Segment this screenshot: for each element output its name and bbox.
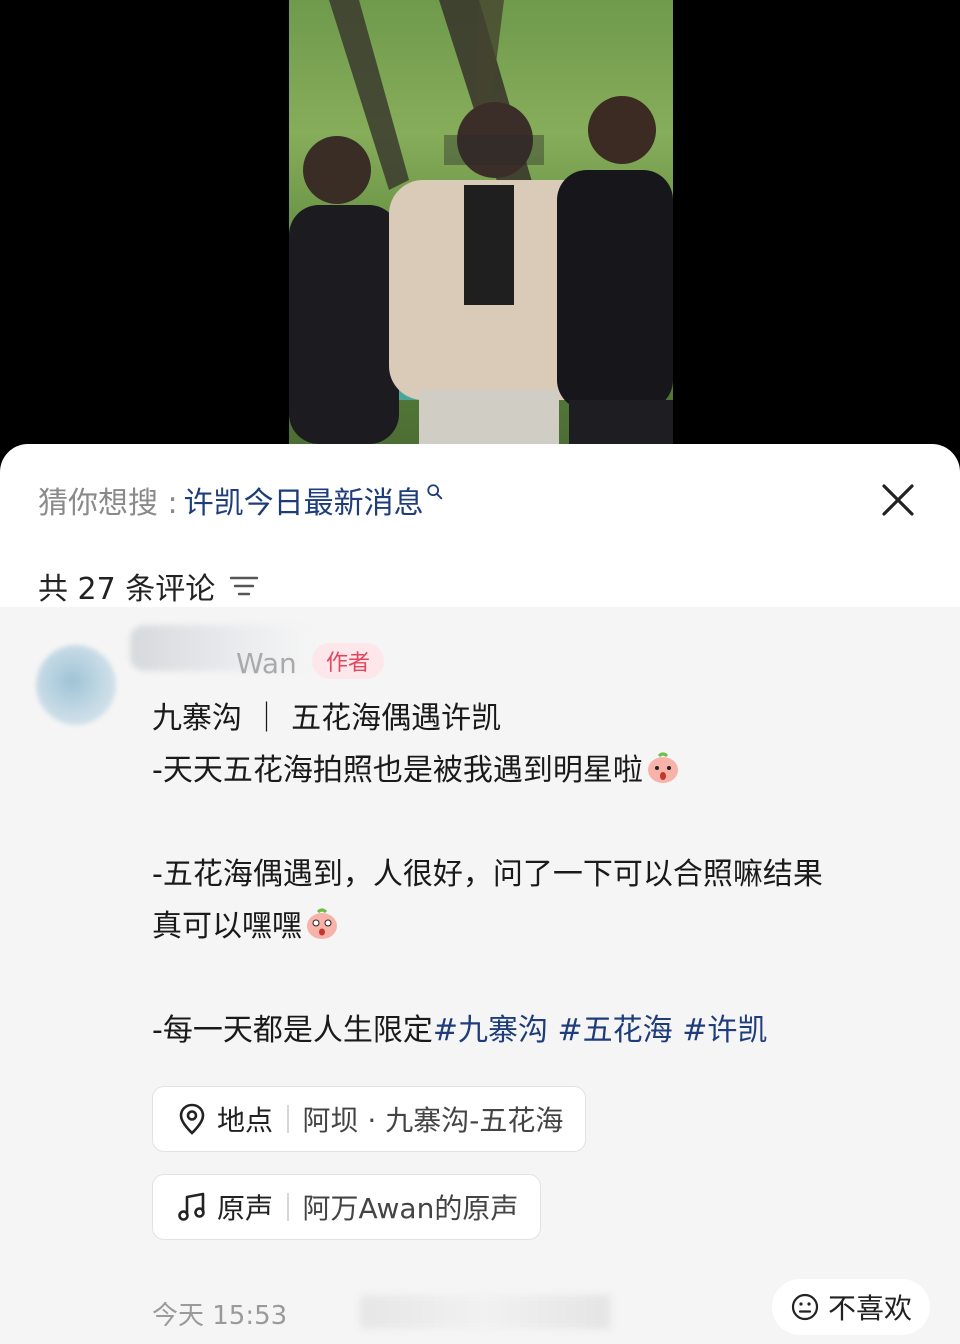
comment-line: -天天五花海拍照也是被我遇到明星啦 xyxy=(152,745,932,797)
close-icon xyxy=(882,484,914,516)
location-value: 阿坝 · 九寨沟-五花海 xyxy=(302,1104,564,1137)
sound-label: 原声 xyxy=(217,1192,274,1225)
comment-text: 九寨沟 ｜ 五花海偶遇许凯 -天天五花海拍照也是被我遇到明星啦 -五花海偶遇到，… xyxy=(152,693,932,1057)
avatar[interactable] xyxy=(36,645,116,725)
sound-value: 阿万Awan的原声 xyxy=(302,1192,519,1225)
comments-count: 共 27 条评论 xyxy=(38,572,216,607)
sound-chip[interactable]: 原声 阿万Awan的原声 xyxy=(152,1174,542,1240)
blurred-actions xyxy=(360,1295,610,1329)
post-photo[interactable] xyxy=(289,0,673,444)
location-pin-icon xyxy=(179,1103,205,1135)
comment-line: 真可以嘿嘿 xyxy=(152,901,932,953)
divider xyxy=(287,1105,289,1133)
sort-icon[interactable] xyxy=(229,573,259,599)
comment-line: -五花海偶遇到，人很好，问了一下可以合照嘛结果 xyxy=(152,857,823,892)
music-note-icon xyxy=(178,1192,205,1221)
suggestion-query[interactable]: 许凯今日最新消息 xyxy=(184,478,424,522)
comments-count-row: 共 27 条评论 xyxy=(38,564,259,608)
author-badge: 作者 xyxy=(312,643,385,679)
location-label: 地点 xyxy=(217,1104,274,1137)
suggestion-label: 猜你想搜 : xyxy=(38,486,178,521)
neutral-face-icon xyxy=(791,1293,819,1321)
dislike-button[interactable]: 不喜欢 xyxy=(772,1279,931,1335)
search-suggestion[interactable]: 猜你想搜 : 许凯今日最新消息 xyxy=(38,478,444,522)
hashtag-link[interactable]: #许凯 xyxy=(682,1013,767,1048)
divider xyxy=(287,1193,289,1221)
location-chip[interactable]: 地点 阿坝 · 九寨沟-五花海 xyxy=(152,1086,587,1152)
close-button[interactable] xyxy=(872,474,924,526)
comment-line: 九寨沟 ｜ 五花海偶遇许凯 xyxy=(152,701,502,736)
hashtag-link[interactable]: #九寨沟 xyxy=(433,1013,548,1048)
hashtag-link[interactable]: #五花海 xyxy=(558,1013,673,1048)
surprised-face-emoji-icon xyxy=(307,908,337,939)
comment-line: -每一天都是人生限定#九寨沟 #五花海 #许凯 xyxy=(152,1013,768,1048)
shy-face-emoji-icon xyxy=(647,752,678,783)
video-background xyxy=(0,0,960,470)
search-icon xyxy=(427,484,442,500)
comment-card: Wan 作者 九寨沟 ｜ 五花海偶遇许凯 -天天五花海拍照也是被我遇到明星啦 -… xyxy=(0,607,960,1344)
username[interactable]: Wan xyxy=(236,647,297,680)
comments-sheet: 猜你想搜 : 许凯今日最新消息 共 27 条评论 Wan 作者 九寨沟 ｜ 五花… xyxy=(0,444,960,1344)
dislike-label: 不喜欢 xyxy=(828,1292,913,1325)
comment-time: 今天 15:53 xyxy=(152,1301,288,1331)
